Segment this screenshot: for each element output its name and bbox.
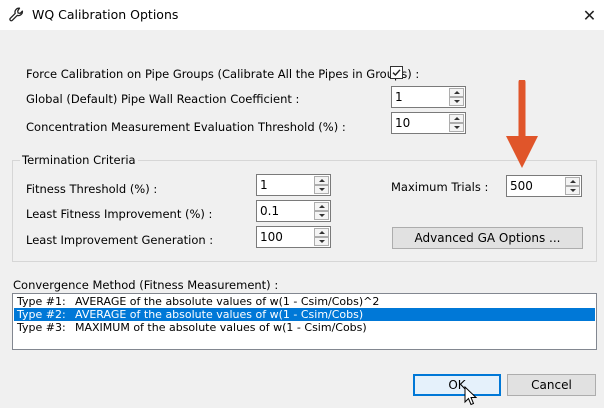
- fitness-threshold-label: Fitness Threshold (%) :: [26, 182, 158, 196]
- convergence-method-list[interactable]: Type #1: AVERAGE of the absolute values …: [12, 293, 597, 350]
- force-calibration-checkbox[interactable]: [390, 66, 403, 79]
- close-button[interactable]: ✕: [575, 0, 604, 30]
- least-fitness-improvement-label: Least Fitness Improvement (%) :: [26, 207, 213, 221]
- fitness-threshold-spin-buttons: [314, 176, 329, 194]
- advanced-ga-options-button[interactable]: Advanced GA Options ...: [392, 227, 583, 249]
- title-bar[interactable]: WQ Calibration Options ✕: [0, 0, 604, 30]
- fitness-threshold-down-button[interactable]: [314, 185, 329, 194]
- least-fitness-improvement-spinner[interactable]: 0.1: [256, 200, 331, 222]
- cancel-button[interactable]: Cancel: [507, 374, 596, 396]
- maximum-trials-label: Maximum Trials :: [391, 180, 489, 194]
- least-improvement-generation-value: 100: [260, 230, 283, 244]
- least-fitness-improvement-down-button[interactable]: [314, 211, 329, 220]
- termination-criteria-title: Termination Criteria: [20, 153, 138, 167]
- least-fitness-improvement-value: 0.1: [260, 204, 280, 218]
- least-fitness-improvement-spin-buttons: [314, 202, 329, 220]
- convergence-type-3[interactable]: Type #3: MAXIMUM of the absolute values …: [14, 321, 595, 334]
- close-icon: ✕: [582, 5, 597, 25]
- concentration-threshold-spinner[interactable]: 10: [391, 112, 466, 134]
- mouse-cursor-icon: [464, 386, 478, 406]
- maximum-trials-spinner[interactable]: 500: [506, 175, 582, 197]
- ok-button[interactable]: OK: [413, 374, 501, 396]
- least-improvement-generation-up-button[interactable]: [314, 228, 329, 237]
- wall-reaction-spinner[interactable]: 1: [391, 86, 466, 108]
- list-item-type: Type #3:: [17, 321, 66, 334]
- annotation-arrow-icon: [506, 80, 538, 168]
- checkmark-icon: [392, 69, 401, 77]
- maximum-trials-value: 500: [510, 179, 533, 193]
- window-title: WQ Calibration Options: [32, 7, 179, 22]
- convergence-type-2[interactable]: Type #2: AVERAGE of the absolute values …: [14, 308, 595, 321]
- fitness-threshold-up-button[interactable]: [314, 176, 329, 185]
- wall-reaction-down-button[interactable]: [449, 97, 464, 106]
- fitness-threshold-spinner[interactable]: 1: [256, 174, 331, 196]
- maximum-trials-spin-buttons: [565, 177, 580, 195]
- maximum-trials-up-button[interactable]: [565, 177, 580, 186]
- list-item-type: Type #1:: [17, 295, 66, 308]
- least-fitness-improvement-up-button[interactable]: [314, 202, 329, 211]
- least-improvement-generation-spinner[interactable]: 100: [256, 226, 331, 248]
- maximum-trials-down-button[interactable]: [565, 186, 580, 195]
- wrench-icon: [8, 6, 26, 24]
- convergence-type-1[interactable]: Type #1: AVERAGE of the absolute values …: [14, 295, 595, 308]
- wall-reaction-up-button[interactable]: [449, 88, 464, 97]
- list-item-description: AVERAGE of the absolute values of w(1 - …: [75, 308, 364, 321]
- wall-reaction-spin-buttons: [449, 88, 464, 106]
- concentration-threshold-spin-buttons: [449, 114, 464, 132]
- list-item-type: Type #2:: [17, 308, 66, 321]
- least-improvement-generation-spin-buttons: [314, 228, 329, 246]
- list-item-description: MAXIMUM of the absolute values of w(1 - …: [75, 321, 367, 334]
- fitness-threshold-value: 1: [260, 178, 268, 192]
- concentration-threshold-up-button[interactable]: [449, 114, 464, 123]
- dialog-window: WQ Calibration Options ✕ Force Calibrati…: [0, 0, 604, 408]
- concentration-threshold-value: 10: [395, 116, 411, 130]
- force-calibration-label: Force Calibration on Pipe Groups (Calibr…: [26, 67, 420, 81]
- list-item-description: AVERAGE of the absolute values of w(1 - …: [75, 295, 380, 308]
- concentration-threshold-label: Concentration Measurement Evaluation Thr…: [26, 120, 346, 134]
- concentration-threshold-down-button[interactable]: [449, 123, 464, 132]
- least-improvement-generation-down-button[interactable]: [314, 237, 329, 246]
- least-improvement-generation-label: Least Improvement Generation :: [26, 233, 214, 247]
- convergence-method-label: Convergence Method (Fitness Measurement)…: [13, 278, 279, 292]
- wall-reaction-label: Global (Default) Pipe Wall Reaction Coef…: [26, 92, 300, 106]
- wall-reaction-value: 1: [395, 90, 403, 104]
